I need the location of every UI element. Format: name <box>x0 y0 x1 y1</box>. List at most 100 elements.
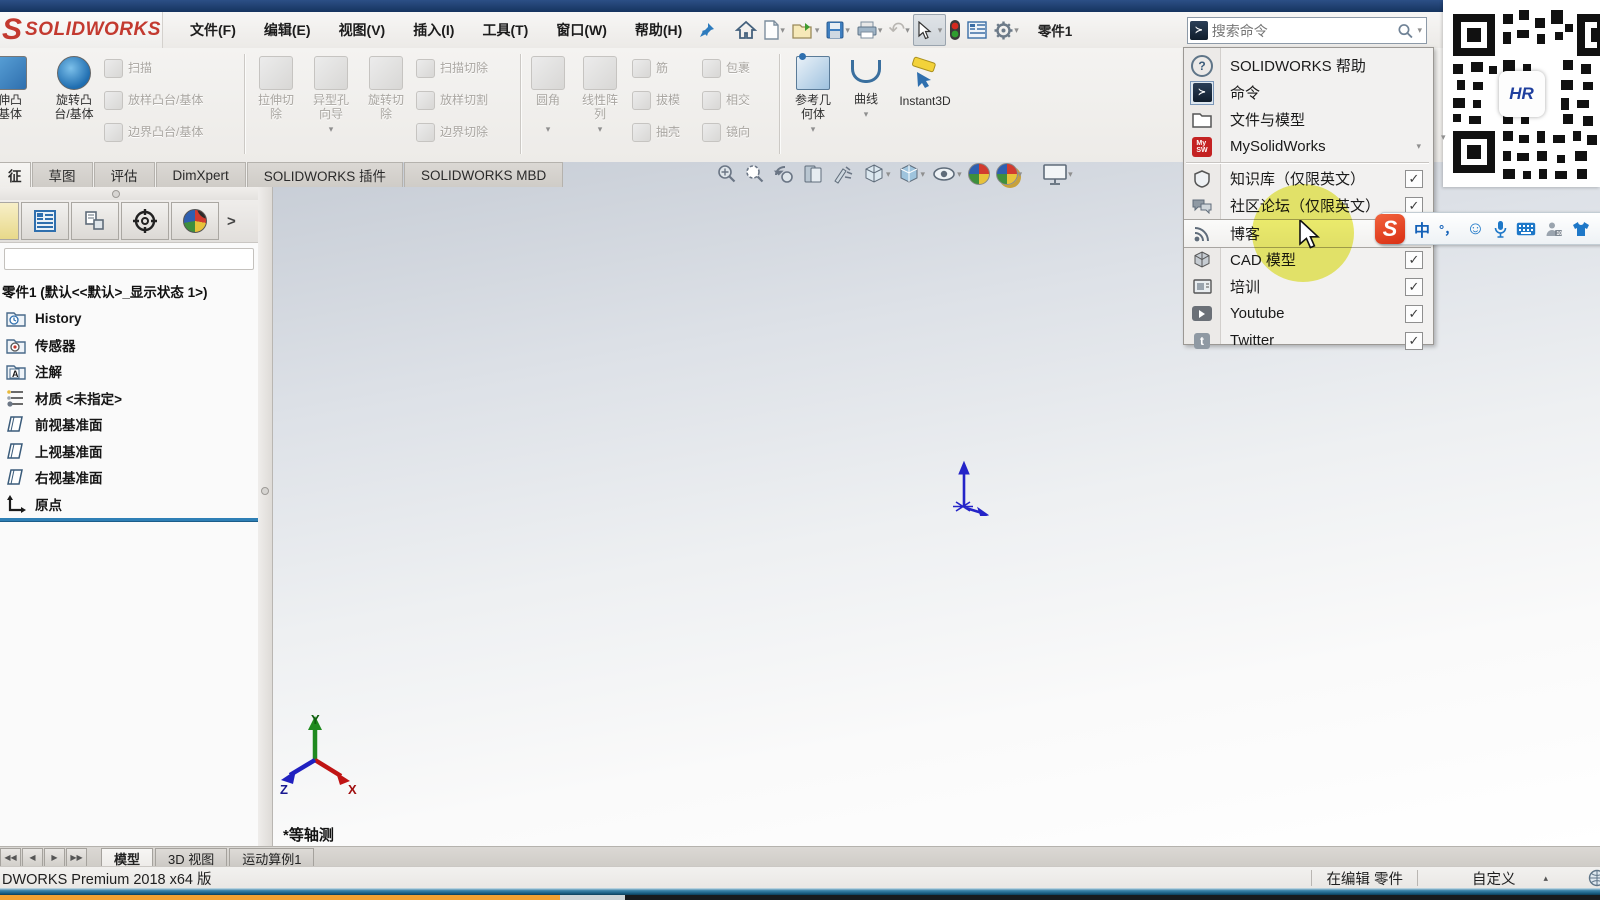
video-progress-bar[interactable] <box>0 895 1600 900</box>
ime-punctuation-mode[interactable]: °， <box>1439 219 1457 238</box>
hide-show-items-button[interactable]: ▾ <box>931 163 962 185</box>
menu-item-training[interactable]: 培训 ✓ <box>1184 273 1431 300</box>
chevron-up-icon[interactable]: ▴ <box>1543 873 1548 884</box>
tab-configurationmanager[interactable] <box>71 202 119 240</box>
chevron-down-icon[interactable]: ▾ <box>845 26 850 35</box>
chevron-down-icon[interactable]: ▾ <box>905 26 910 35</box>
checkbox-checked[interactable]: ✓ <box>1405 332 1423 350</box>
tab-evaluate[interactable]: 评估 <box>94 162 155 187</box>
menu-item-twitter[interactable]: t Twitter ✓ <box>1184 327 1431 354</box>
settings-gear-button[interactable]: ▾ <box>990 15 1022 45</box>
menu-window[interactable]: 窗口(W) <box>542 12 621 48</box>
checkbox-checked[interactable]: ✓ <box>1405 170 1423 188</box>
tab-displaymanager[interactable] <box>171 202 219 240</box>
chevron-down-icon[interactable]: ▾ <box>878 26 883 35</box>
reference-geometry-button[interactable]: 参考几何体 ▾ <box>784 52 842 134</box>
tab-motion-study[interactable]: 运动算例1 <box>229 848 314 867</box>
menu-item-mysolidworks[interactable]: MySW MySolidWorks ▾ <box>1184 133 1431 160</box>
tab-propertymanager[interactable] <box>21 202 69 240</box>
tree-item-front-plane[interactable]: 前视基准面 <box>0 411 256 438</box>
pin-icon[interactable] <box>696 15 718 45</box>
search-scope-icon[interactable]: ≻ <box>1190 21 1208 40</box>
tab-features[interactable]: 征 <box>0 162 31 187</box>
revolve-boss-button[interactable]: 旋转凸台/基体 <box>42 52 106 121</box>
view-settings-button[interactable]: ▾ <box>1042 163 1073 186</box>
tab-scroll-last-button[interactable]: ▶▶ <box>66 848 87 867</box>
tab-featuremanager[interactable] <box>0 202 19 240</box>
menu-item-youtube[interactable]: Youtube ✓ <box>1184 300 1431 327</box>
search-input[interactable] <box>1208 23 1397 39</box>
menu-help[interactable]: 帮助(H) <box>621 12 696 48</box>
menu-item-knowledge-base[interactable]: 知识库（仅限英文） ✓ <box>1184 165 1431 192</box>
tree-item-annotations[interactable]: A 注解 <box>0 358 256 385</box>
tab-scroll-next-button[interactable]: ▶ <box>44 848 65 867</box>
rollback-bar[interactable] <box>0 518 266 522</box>
chevron-down-icon[interactable]: ▾ <box>957 170 962 179</box>
tab-mbd[interactable]: SOLIDWORKS MBD <box>404 162 563 187</box>
panel-grip[interactable] <box>0 187 258 201</box>
extrude-boss-button[interactable]: 伸凸基体 <box>0 52 36 121</box>
tab-addins[interactable]: SOLIDWORKS 插件 <box>247 162 403 187</box>
tree-root-part[interactable]: 零件1 (默认<<默认>_显示状态 1>) <box>0 276 256 305</box>
view-orientation-button[interactable]: ▾ <box>862 162 891 186</box>
options-traffic-light-button[interactable] <box>946 15 964 45</box>
home-button[interactable] <box>732 15 760 45</box>
sogou-logo-icon[interactable]: S <box>1375 214 1405 244</box>
chevron-down-icon[interactable]: ▾ <box>815 26 820 35</box>
panel-splitter[interactable] <box>258 187 273 846</box>
user-level-icon[interactable]: 10 <box>1545 221 1563 237</box>
tree-item-history[interactable]: History <box>0 305 256 332</box>
skin-tshirt-icon[interactable] <box>1572 221 1590 237</box>
panel-filter-box[interactable] <box>4 248 254 270</box>
undo-button[interactable]: ↶ ▾ <box>885 15 912 45</box>
tab-scroll-prev-button[interactable]: ◀ <box>22 848 43 867</box>
curves-button[interactable]: 曲线 ▾ <box>844 52 888 119</box>
tab-dimxpertmanager[interactable] <box>121 202 169 240</box>
annotation-view-button[interactable] <box>832 163 856 185</box>
chevron-down-icon[interactable]: ▾ <box>886 170 891 179</box>
zoom-area-button[interactable] <box>744 163 766 185</box>
menu-insert[interactable]: 插入(I) <box>399 12 468 48</box>
menu-item-files-models[interactable]: 文件与模型 <box>1184 106 1431 133</box>
tab-scroll-first-button[interactable]: ◀◀ <box>0 848 21 867</box>
instant3d-button[interactable]: Instant3D <box>892 52 958 108</box>
chevron-down-icon[interactable]: ▾ <box>811 125 816 134</box>
chevron-down-icon[interactable]: ▾ <box>1014 26 1019 35</box>
task-pane-button[interactable] <box>964 15 990 45</box>
menu-item-commands[interactable]: ≻ 命令 <box>1184 79 1431 106</box>
menu-item-help[interactable]: ? SOLIDWORKS 帮助 <box>1184 52 1431 79</box>
tab-dimxpert[interactable]: DimXpert <box>156 162 246 187</box>
panel-tabs-overflow-icon[interactable]: > <box>227 213 236 230</box>
emoji-icon[interactable]: ☺ <box>1466 218 1484 239</box>
checkbox-checked[interactable]: ✓ <box>1405 305 1423 323</box>
print-button[interactable]: ▾ <box>853 15 886 45</box>
apply-scene-button[interactable]: ▾ <box>996 163 1023 185</box>
zoom-fit-button[interactable] <box>716 163 738 185</box>
select-tool-button[interactable]: ▾ <box>913 14 947 46</box>
new-document-button[interactable]: ▾ <box>760 15 788 45</box>
open-button[interactable]: ▾ <box>788 15 823 45</box>
save-button[interactable]: ▾ <box>822 15 853 45</box>
keyboard-icon[interactable] <box>1516 222 1536 236</box>
chevron-down-icon[interactable]: ▾ <box>1417 26 1422 35</box>
search-icon[interactable] <box>1397 22 1414 40</box>
ime-language-mode[interactable]: 中 <box>1414 217 1430 241</box>
customize-button[interactable]: 自定义 <box>1472 868 1516 889</box>
menu-tools[interactable]: 工具(T) <box>468 12 542 48</box>
edit-appearance-button[interactable] <box>968 163 990 185</box>
microphone-icon[interactable] <box>1494 220 1507 238</box>
tab-3d-views[interactable]: 3D 视图 <box>155 848 227 867</box>
tab-model[interactable]: 模型 <box>101 848 153 867</box>
chevron-down-icon[interactable]: ▾ <box>1068 170 1073 179</box>
tree-item-top-plane[interactable]: 上视基准面 <box>0 438 256 465</box>
section-view-button[interactable] <box>802 163 826 185</box>
taskpane-collapse-icon[interactable]: ▾ <box>1441 133 1446 142</box>
chevron-down-icon[interactable]: ▾ <box>780 26 785 35</box>
checkbox-checked[interactable]: ✓ <box>1405 278 1423 296</box>
chevron-down-icon[interactable]: ▾ <box>921 170 926 179</box>
chevron-down-icon[interactable]: ▾ <box>1018 170 1023 179</box>
checkbox-checked[interactable]: ✓ <box>1405 251 1423 269</box>
tree-item-right-plane[interactable]: 右视基准面 <box>0 464 256 491</box>
menu-view[interactable]: 视图(V) <box>325 12 400 48</box>
tree-item-sensors[interactable]: 传感器 <box>0 332 256 359</box>
